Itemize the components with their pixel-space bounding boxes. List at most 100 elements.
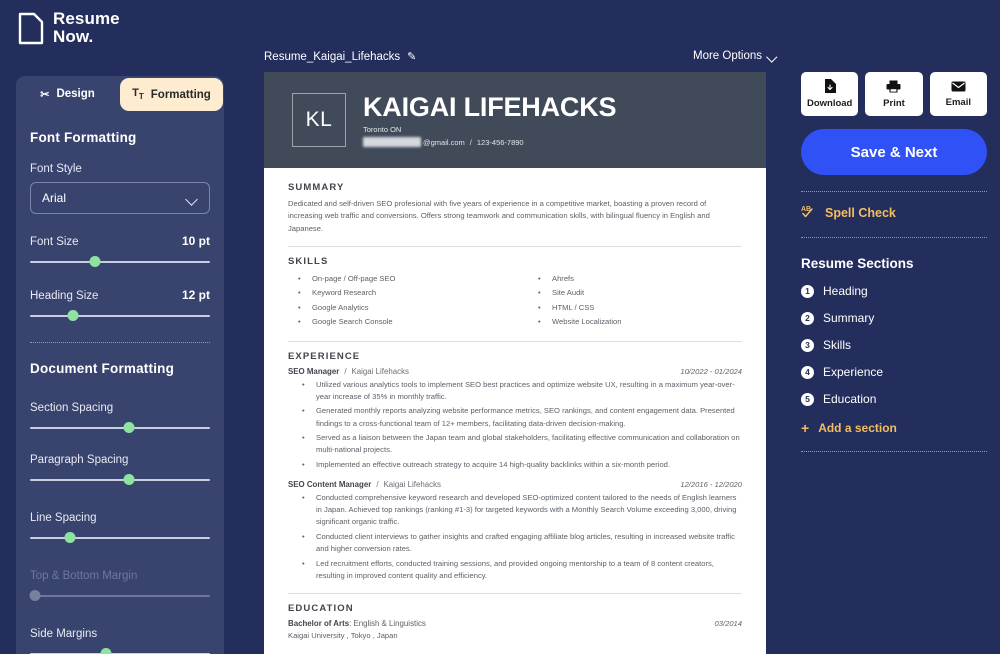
- spell-check-button[interactable]: AB Spell Check: [801, 205, 987, 221]
- slider-heading-size-thumb[interactable]: [67, 310, 79, 321]
- skill-label: Site Audit: [552, 288, 585, 298]
- slider-side-margins-thumb[interactable]: [100, 648, 112, 654]
- list-item: • Conducted client interviews to gather i…: [288, 531, 742, 555]
- chevron-down-icon: [768, 53, 777, 59]
- bullet-icon: •: [302, 531, 305, 541]
- more-options-button[interactable]: More Options: [693, 50, 777, 62]
- slider-font-size-thumb[interactable]: [89, 256, 101, 267]
- summary-text: Dedicated and self-driven SEO profesiona…: [288, 199, 710, 233]
- skill-label: HTML / CSS: [552, 302, 595, 312]
- more-options-label: More Options: [693, 50, 763, 62]
- sidebar-item-skills[interactable]: 3 Skills: [801, 338, 987, 352]
- bullet-text: Served as a liaison between the Japan te…: [316, 433, 740, 455]
- bullet-icon: •: [302, 406, 305, 416]
- document-formatting-heading: Document Formatting: [30, 361, 175, 376]
- add-section-button[interactable]: + Add a section: [801, 421, 987, 435]
- job-separator: /: [344, 366, 347, 376]
- email-button[interactable]: Email: [929, 72, 987, 116]
- pencil-icon[interactable]: ✎: [407, 50, 416, 63]
- sidebar-item-summary[interactable]: 2 Summary: [801, 311, 987, 325]
- education-date: 03/2014: [714, 619, 742, 629]
- font-style-select[interactable]: Arial: [30, 182, 210, 214]
- slider-section-spacing-track[interactable]: [30, 422, 210, 434]
- brand-text: Resume Now.: [53, 9, 120, 47]
- slider-paragraph-spacing-thumb[interactable]: [123, 474, 135, 485]
- section-number-badge: 3: [801, 338, 814, 352]
- skills-title: SKILLS: [288, 255, 329, 267]
- skill-label: Keyword Research: [312, 288, 377, 298]
- job-role: SEO Content Manager: [288, 480, 372, 490]
- brand-line-2: Now.: [53, 27, 94, 47]
- envelope-icon: [951, 81, 966, 94]
- bullet-icon: •: [302, 459, 305, 469]
- resume-phone: 123-456-7890: [476, 137, 524, 147]
- sidebar-item-experience[interactable]: 4 Experience: [801, 365, 987, 379]
- slider-side-margins-track[interactable]: [30, 648, 210, 654]
- resume-preview[interactable]: KL KAIGAI LIFEHACKS Toronto ON @gmail.co…: [264, 72, 766, 654]
- experience-job: SEO Content Manager / Kaigai Lifehacks 12/…: [288, 480, 742, 582]
- slider-font-size-track[interactable]: [30, 256, 210, 268]
- list-item: • On-page / Off-page SEO: [288, 272, 502, 286]
- bullet-text: Conducted comprehensive keyword research…: [316, 493, 737, 527]
- slider-font-size: Font Size 10 pt: [30, 234, 210, 268]
- job-dates: 10/2022 - 01/2024: [680, 366, 742, 376]
- resume-header: KL KAIGAI LIFEHACKS Toronto ON @gmail.co…: [264, 72, 766, 168]
- job-company: Kaigai Lifehacks: [383, 480, 441, 490]
- brand-logo[interactable]: Resume Now.: [18, 9, 120, 47]
- resume-contact-line: @gmail.com / 123-456-7890: [363, 137, 616, 148]
- slider-heading-size-label: Heading Size: [30, 290, 99, 302]
- section-label: Skills: [823, 338, 852, 352]
- slider-side-margins: Side Margins: [30, 628, 210, 654]
- sidebar-item-heading[interactable]: 1 Heading: [801, 284, 987, 298]
- section-label: Summary: [823, 311, 875, 325]
- section-number-badge: 2: [801, 311, 814, 325]
- download-button[interactable]: Download: [801, 72, 859, 116]
- skill-label: Google Search Console: [312, 317, 393, 327]
- section-label: Heading: [823, 284, 868, 298]
- job-title-line: SEO Content Manager / Kaigai Lifehacks: [288, 480, 441, 489]
- slider-top-bottom-margin-thumb: [29, 590, 41, 601]
- spell-check-label: Spell Check: [825, 206, 896, 220]
- action-buttons-row: Download Print Email: [801, 72, 987, 116]
- job-header: SEO Manager / Kaigai Lifehacks 10/2022 - 0…: [288, 367, 742, 376]
- resume-full-name: KAIGAI LIFEHACKS: [363, 91, 617, 122]
- resume-section-education[interactable]: EDUCATION Bachelor of Arts: English & Li…: [288, 603, 742, 640]
- slider-line-spacing-thumb[interactable]: [64, 532, 76, 543]
- tab-formatting[interactable]: TT Formatting: [120, 78, 223, 111]
- divider: [801, 451, 987, 452]
- resume-section-skills[interactable]: SKILLS • On-page / Off-page SEO • Keyword …: [288, 256, 742, 330]
- sidebar-item-education[interactable]: 5 Education: [801, 392, 987, 406]
- slider-top-bottom-margin-track: [29, 590, 210, 602]
- slider-top-bottom-margin-label: Top & Bottom Margin: [30, 570, 138, 582]
- job-bullets: • Conducted comprehensive keyword researc…: [288, 492, 742, 582]
- job-dates: 12/2016 - 12/2020: [680, 480, 742, 490]
- email-label: Email: [945, 96, 971, 108]
- list-item: • Website Localization: [528, 315, 742, 329]
- slider-line-spacing-track[interactable]: [30, 532, 210, 544]
- slider-paragraph-spacing-track[interactable]: [30, 474, 210, 486]
- resume-section-experience[interactable]: EXPERIENCE SEO Manager / Kaigai Lifehacks …: [288, 351, 742, 582]
- bullet-icon: •: [538, 302, 541, 312]
- list-item: • HTML / CSS: [528, 301, 742, 315]
- save-and-next-button[interactable]: Save & Next: [801, 129, 987, 175]
- list-item: • Ahrefs: [528, 272, 742, 286]
- slider-paragraph-spacing: Paragraph Spacing: [30, 454, 210, 486]
- tab-design[interactable]: ✂ Design: [16, 76, 119, 112]
- slider-section-spacing-thumb[interactable]: [123, 422, 135, 433]
- education-entry: Bachelor of Arts: English & Linguistics …: [288, 619, 742, 628]
- list-item: • Site Audit: [528, 286, 742, 300]
- resume-section-summary[interactable]: SUMMARY Dedicated and self-driven SEO pr…: [288, 182, 742, 235]
- section-divider: [288, 593, 742, 595]
- job-header: SEO Content Manager / Kaigai Lifehacks 12/…: [288, 480, 742, 489]
- panel-divider: [30, 342, 210, 343]
- list-item: • Keyword Research: [288, 286, 502, 300]
- slider-rail: [30, 595, 210, 597]
- print-button[interactable]: Print: [865, 72, 923, 116]
- bullet-icon: •: [298, 288, 301, 298]
- resume-location: Toronto ON: [363, 125, 402, 135]
- list-item: • Served as a liaison between the Japan t…: [288, 432, 742, 456]
- document-title-bar: Resume_Kaigai_Lifehacks ✎: [264, 50, 416, 64]
- slider-heading-size-track[interactable]: [30, 310, 210, 322]
- list-item: • Conducted comprehensive keyword researc…: [288, 492, 742, 528]
- contact-separator: /: [469, 137, 472, 147]
